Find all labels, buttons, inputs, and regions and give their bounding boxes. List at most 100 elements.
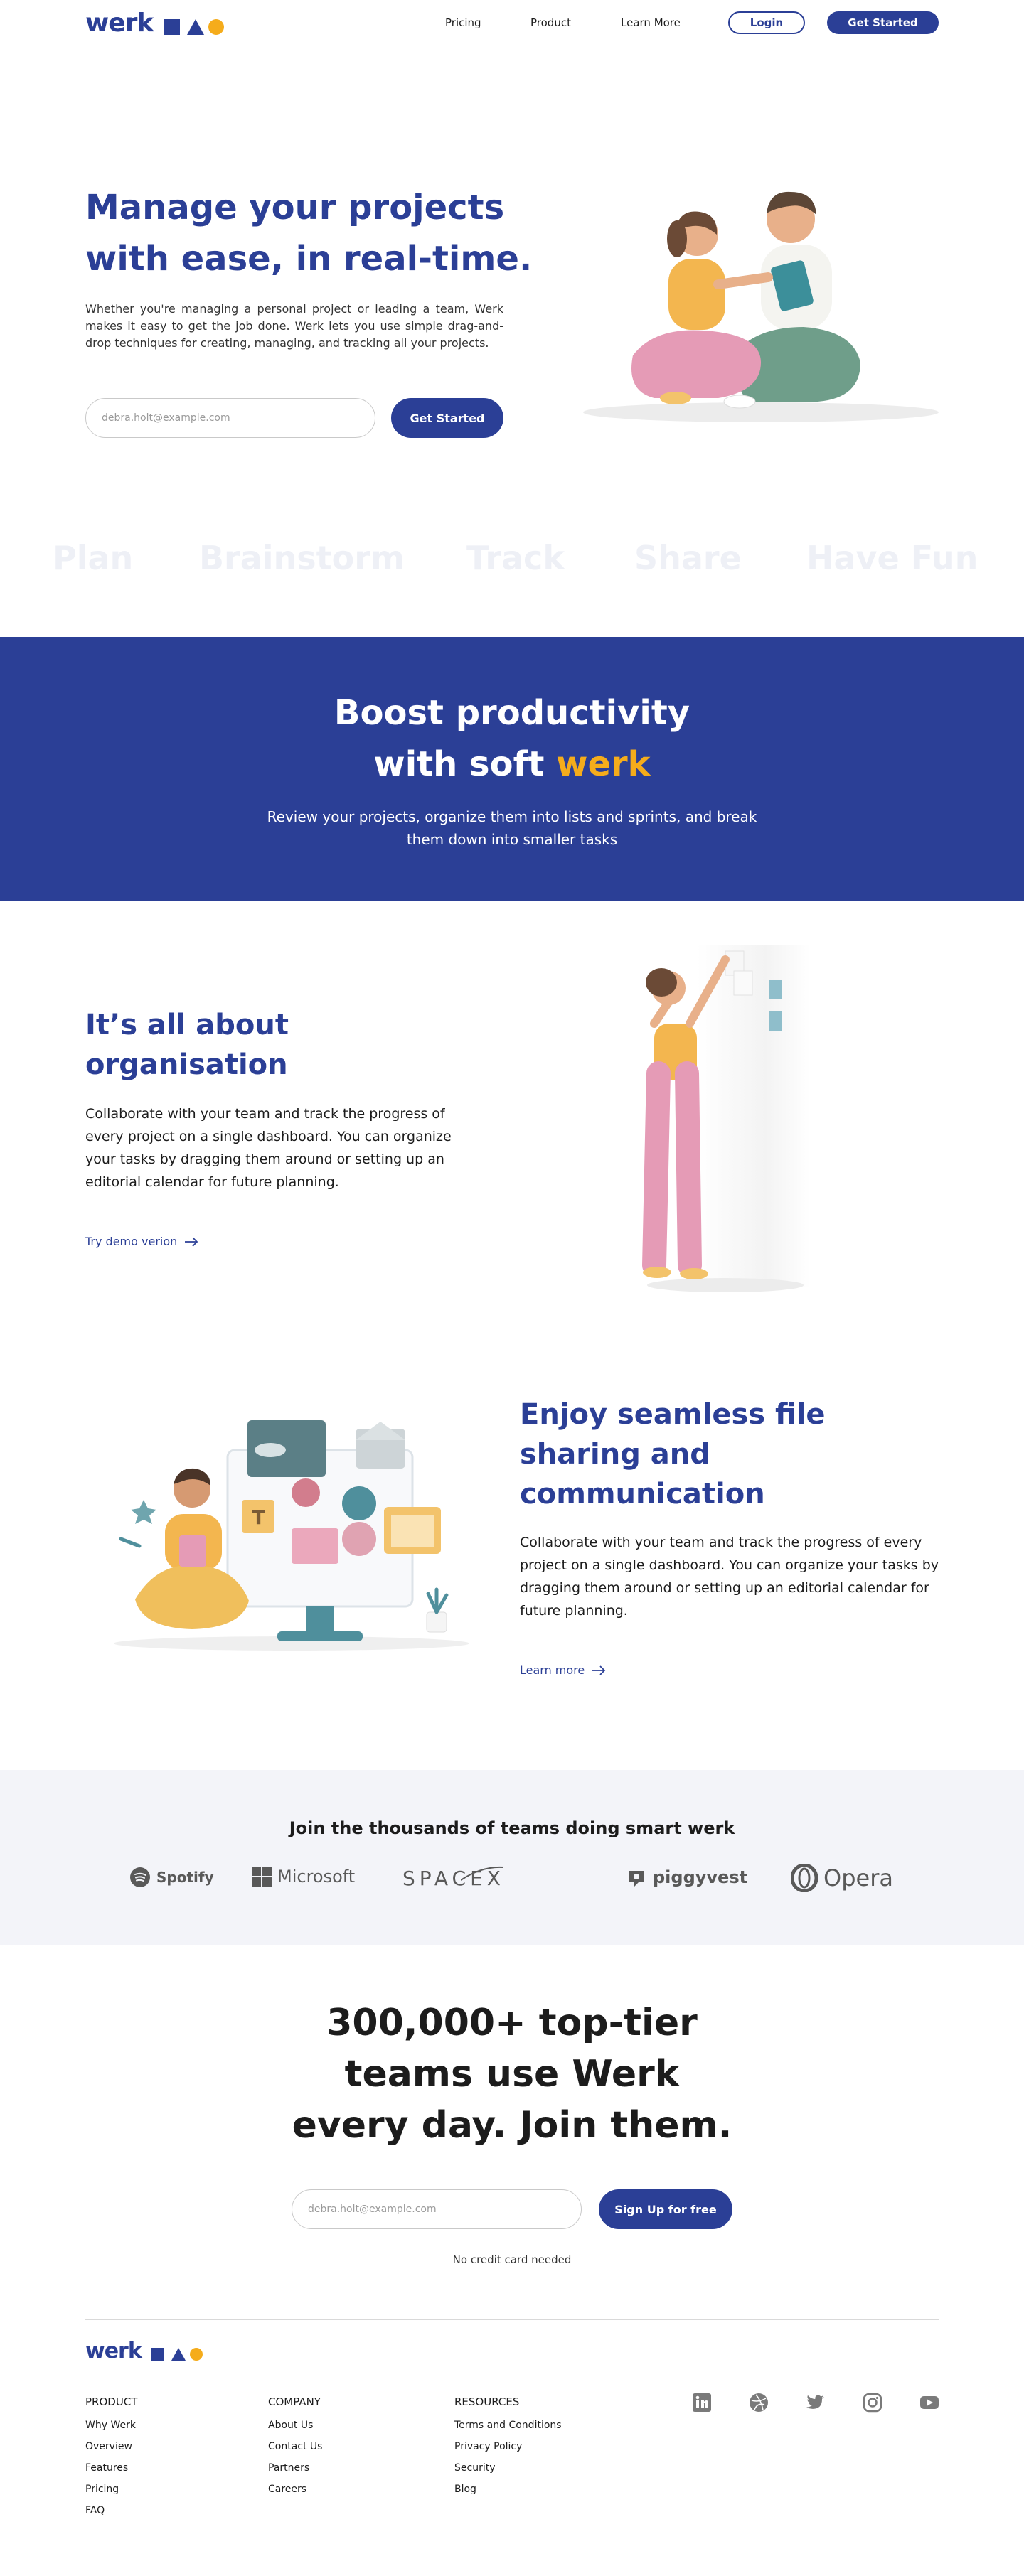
feature1-demo-link[interactable]: Try demo verion — [85, 1235, 198, 1248]
brand-microsoft: Microsoft — [252, 1867, 355, 1887]
youtube-icon[interactable] — [919, 2393, 939, 2413]
hero-title-line1: Manage your projects — [85, 188, 505, 227]
feature2-title-line3: communication — [520, 1478, 765, 1510]
logo-square-icon — [164, 18, 181, 35]
footer-link-terms[interactable]: Terms and Conditions — [454, 2420, 562, 2431]
footer-link-security[interactable]: Security — [454, 2462, 562, 2474]
footer-link-about-us[interactable]: About Us — [268, 2420, 322, 2431]
logo[interactable]: werk — [85, 9, 225, 38]
footer-link-partners[interactable]: Partners — [268, 2462, 322, 2474]
feature2-title-line1: Enjoy seamless file — [520, 1398, 826, 1431]
footer-logo[interactable]: werk — [85, 2339, 203, 2363]
band-subtitle-line1: Review your projects, organize them into… — [267, 808, 757, 825]
feature1-title-line1: It’s all about — [85, 1009, 289, 1041]
nav-link-learn-more[interactable]: Learn More — [621, 16, 681, 29]
footer-divider — [85, 2319, 939, 2320]
band-title: Boost productivity with soft werk — [0, 687, 1024, 790]
logo-circle-icon — [189, 2347, 203, 2361]
feature1-title: It’s all about organisation — [85, 1005, 484, 1085]
nav-link-pricing[interactable]: Pricing — [445, 16, 481, 29]
band-title-line1: Boost productivity — [334, 693, 690, 733]
logo-text: werk — [85, 9, 154, 38]
signup-title-line2: teams use Werk — [344, 2053, 680, 2095]
ghost-word-plan: Plan — [53, 539, 134, 577]
feature1-title-line2: organisation — [85, 1048, 288, 1081]
login-button[interactable]: Login — [728, 11, 805, 34]
footer-link-careers[interactable]: Careers — [268, 2484, 322, 2495]
spacex-swoosh-icon — [460, 1866, 503, 1881]
band-title-accent: werk — [556, 744, 651, 784]
instagram-icon[interactable] — [863, 2393, 882, 2413]
feature2-title: Enjoy seamless file sharing and communic… — [520, 1395, 918, 1514]
footer-link-contact-us[interactable]: Contact Us — [268, 2441, 322, 2452]
feature2-title-line2: sharing and — [520, 1438, 710, 1471]
nav-link-product[interactable]: Product — [530, 16, 571, 29]
logo-triangle-icon — [171, 2347, 186, 2361]
opera-icon — [791, 1864, 818, 1892]
ghost-word-brainstorm: Brainstorm — [199, 539, 405, 577]
arrow-right-icon — [592, 1665, 606, 1675]
linkedin-icon[interactable] — [692, 2393, 712, 2413]
twitter-icon[interactable] — [806, 2393, 826, 2413]
signup-title-line3: every day. Join them. — [292, 2104, 732, 2147]
hero-get-started-button[interactable]: Get Started — [391, 398, 503, 438]
hero-description: Whether you're managing a personal proje… — [85, 302, 503, 350]
brand-opera: Opera — [791, 1864, 893, 1892]
band-title-line2: with soft werk — [0, 739, 1024, 790]
brand-spotify: Spotify — [129, 1867, 214, 1888]
footer-link-privacy[interactable]: Privacy Policy — [454, 2441, 562, 2452]
hero-title: Manage your projects with ease, in real-… — [85, 182, 540, 284]
brand-piggyvest-label: piggyvest — [653, 1867, 748, 1887]
ghost-word-have-fun: Have Fun — [806, 539, 978, 577]
brand-opera-label: Opera — [823, 1864, 893, 1891]
hero-illustration — [583, 191, 939, 422]
logos-title: Join the thousands of teams doing smart … — [289, 1818, 735, 1838]
feature2-link-label: Learn more — [520, 1663, 585, 1677]
dribbble-icon[interactable] — [749, 2393, 769, 2413]
footer-logo-text: werk — [85, 2339, 142, 2363]
footer-link-overview[interactable]: Overview — [85, 2441, 137, 2452]
footer-product-column: PRODUCT Why Werk Overview Features Prici… — [85, 2395, 137, 2516]
footer-company-column: COMPANY About Us Contact Us Partners Car… — [268, 2395, 322, 2495]
arrow-right-icon — [185, 1236, 198, 1247]
get-started-button[interactable]: Get Started — [827, 11, 939, 34]
ghost-word-track: Track — [466, 539, 565, 577]
feature2-learn-more-link[interactable]: Learn more — [520, 1663, 606, 1677]
ghost-word-share: Share — [634, 539, 742, 577]
hero-title-line2: with ease, in real-time. — [85, 239, 533, 279]
signup-email-input[interactable]: debra.holt@example.com — [292, 2189, 582, 2229]
logo-circle-icon — [208, 18, 225, 35]
svg-text:T: T — [252, 1506, 265, 1529]
brand-piggyvest: piggyvest — [626, 1867, 747, 1888]
brand-spotify-label: Spotify — [156, 1869, 214, 1886]
feature2-illustration: T — [114, 1420, 469, 1651]
band-title-prefix: with soft — [373, 744, 557, 784]
footer-resources-column: RESOURCES Terms and Conditions Privacy P… — [454, 2395, 562, 2495]
signup-button[interactable]: Sign Up for free — [599, 2189, 732, 2229]
signup-title: 300,000+ top-tier teams use Werk every d… — [0, 1997, 1024, 2151]
piggyvest-icon — [629, 1871, 644, 1887]
feature1-body: Collaborate with your team and track the… — [85, 1106, 452, 1190]
spotify-icon — [130, 1867, 150, 1887]
brand-spacex: SPACEX — [402, 1866, 503, 1890]
footer-link-faq[interactable]: FAQ — [85, 2505, 137, 2516]
footer-product-heading: PRODUCT — [85, 2395, 138, 2408]
band-subtitle-line2: them down into smaller tasks — [406, 831, 618, 848]
footer-company-heading: COMPANY — [268, 2395, 321, 2408]
logo-triangle-icon — [187, 18, 205, 35]
footer-link-blog[interactable]: Blog — [454, 2484, 562, 2495]
footer-link-why-werk[interactable]: Why Werk — [85, 2420, 137, 2431]
brand-microsoft-label: Microsoft — [277, 1867, 356, 1887]
footer-link-features[interactable]: Features — [85, 2462, 137, 2474]
band-subtitle: Review your projects, organize them into… — [0, 805, 1024, 851]
footer-link-pricing[interactable]: Pricing — [85, 2484, 137, 2495]
logos-band — [0, 1770, 1024, 1945]
footer-resources-heading: RESOURCES — [454, 2395, 520, 2408]
feature2-body: Collaborate with your team and track the… — [520, 1535, 939, 1619]
hero-email-input[interactable]: debra.holt@example.com — [85, 398, 375, 438]
feature1-link-label: Try demo verion — [85, 1235, 178, 1248]
logo-square-icon — [151, 2347, 164, 2361]
signup-title-line1: 300,000+ top-tier — [326, 2002, 698, 2044]
microsoft-icon — [252, 1867, 272, 1887]
signup-note: No credit card needed — [452, 2253, 572, 2266]
